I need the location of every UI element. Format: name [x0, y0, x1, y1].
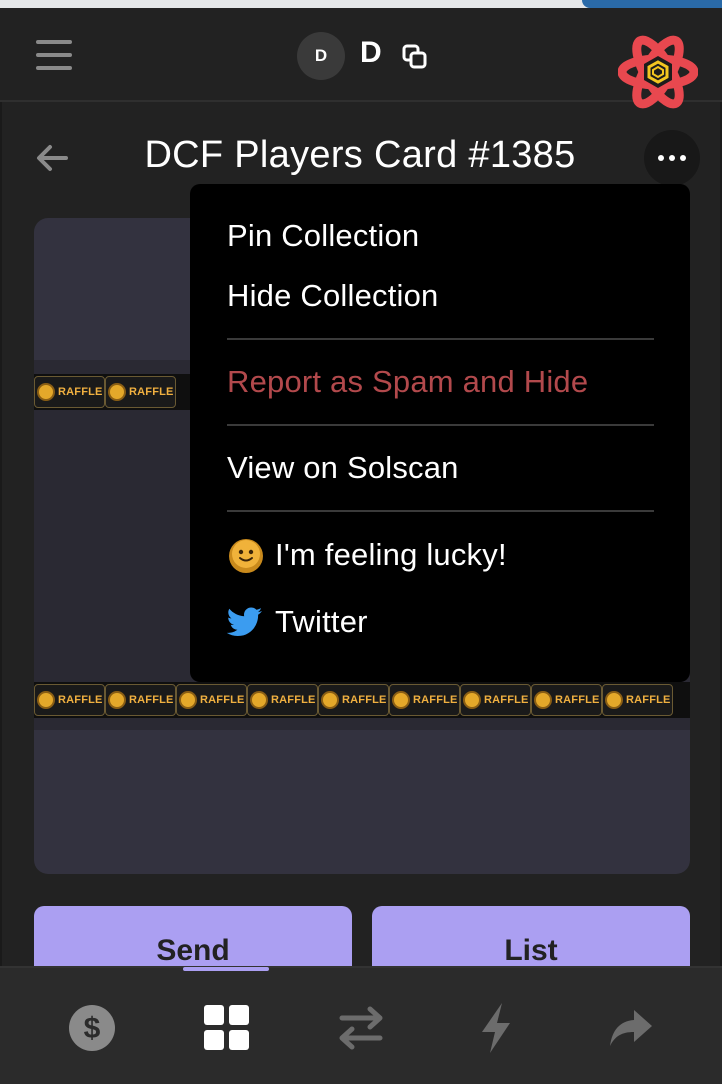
view-on-solscan-item[interactable]: View on Solscan — [227, 450, 459, 486]
raffle-coin-icon — [37, 691, 55, 709]
raffle-coin-icon — [37, 383, 55, 401]
send-icon[interactable] — [601, 998, 661, 1058]
raffle-tile: RAFFLE — [460, 684, 531, 716]
raffle-coin-icon — [534, 691, 552, 709]
feeling-lucky-label: I'm feeling lucky! — [275, 537, 507, 572]
raffle-coin-icon — [108, 383, 126, 401]
report-spam-item[interactable]: Report as Spam and Hide — [227, 364, 588, 400]
raffle-tile: RAFFLE — [389, 684, 460, 716]
feeling-lucky-item[interactable]: I'm feeling lucky! — [227, 536, 507, 574]
swap-icon[interactable] — [331, 998, 391, 1058]
raffle-label: RAFFLE — [413, 694, 458, 706]
raffle-tile: RAFFLE — [531, 684, 602, 716]
raffle-label: RAFFLE — [484, 694, 529, 706]
raffle-tile: RAFFLE — [34, 684, 105, 716]
twitter-item[interactable]: Twitter — [227, 604, 368, 640]
raffle-label: RAFFLE — [129, 694, 174, 706]
collectible-options-menu: Pin Collection Hide Collection Report as… — [190, 184, 690, 682]
tokens-icon[interactable]: $ — [62, 998, 122, 1058]
raffle-tile: RAFFLE — [176, 684, 247, 716]
hide-collection-item[interactable]: Hide Collection — [227, 278, 439, 314]
more-options-button[interactable] — [644, 130, 700, 186]
raffle-banner-bottom: RAFFLE RAFFLE RAFFLE RAFFLE RAFFLE RAFFLE RAFF… — [34, 682, 690, 718]
raffle-label: RAFFLE — [271, 694, 316, 706]
pin-collection-item[interactable]: Pin Collection — [227, 218, 419, 254]
menu-icon[interactable] — [36, 40, 72, 70]
window-strip — [0, 0, 722, 8]
menu-divider — [227, 510, 654, 512]
raffle-banner-top: RAFFLE RAFFLE — [34, 374, 194, 410]
raffle-label: RAFFLE — [58, 694, 103, 706]
raffle-label: RAFFLE — [555, 694, 600, 706]
page-header: DCF Players Card #1385 — [0, 128, 722, 188]
twitter-label: Twitter — [275, 604, 368, 639]
raffle-tile: RAFFLE — [105, 684, 176, 716]
collectibles-icon[interactable] — [197, 998, 257, 1058]
back-arrow-icon[interactable] — [34, 142, 70, 174]
raffle-label: RAFFLE — [129, 386, 174, 398]
twitter-bird-icon — [227, 607, 262, 636]
menu-divider — [227, 338, 654, 340]
raffle-coin-icon — [392, 691, 410, 709]
wallet-app: D D DCF Players Card #1385 RAFFLE RAFFLE … — [0, 0, 722, 1084]
react-devtools-logo-icon[interactable] — [618, 32, 698, 112]
raffle-coin-icon — [321, 691, 339, 709]
raffle-coin-icon — [463, 691, 481, 709]
top-bar: D D — [0, 8, 722, 102]
raffle-tile: RAFFLE — [602, 684, 673, 716]
raffle-coin-icon — [605, 691, 623, 709]
copy-icon[interactable] — [402, 44, 428, 70]
coin-face-icon — [229, 539, 263, 573]
raffle-tile: RAFFLE — [318, 684, 389, 716]
raffle-tile: RAFFLE — [34, 376, 105, 408]
raffle-coin-icon — [250, 691, 268, 709]
svg-text:$: $ — [84, 1012, 101, 1045]
raffle-label: RAFFLE — [200, 694, 245, 706]
menu-divider — [227, 424, 654, 426]
raffle-coin-icon — [179, 691, 197, 709]
raffle-label: RAFFLE — [626, 694, 671, 706]
account-avatar[interactable]: D — [297, 32, 345, 80]
activity-icon[interactable] — [466, 998, 526, 1058]
account-name[interactable]: D — [360, 36, 382, 70]
raffle-tile: RAFFLE — [105, 376, 176, 408]
bottom-nav: $ — [0, 966, 722, 1084]
active-tab-indicator — [183, 967, 269, 971]
raffle-coin-icon — [108, 691, 126, 709]
raffle-label: RAFFLE — [58, 386, 103, 398]
raffle-tile: RAFFLE — [247, 684, 318, 716]
page-title: DCF Players Card #1385 — [144, 134, 576, 176]
raffle-label: RAFFLE — [342, 694, 387, 706]
